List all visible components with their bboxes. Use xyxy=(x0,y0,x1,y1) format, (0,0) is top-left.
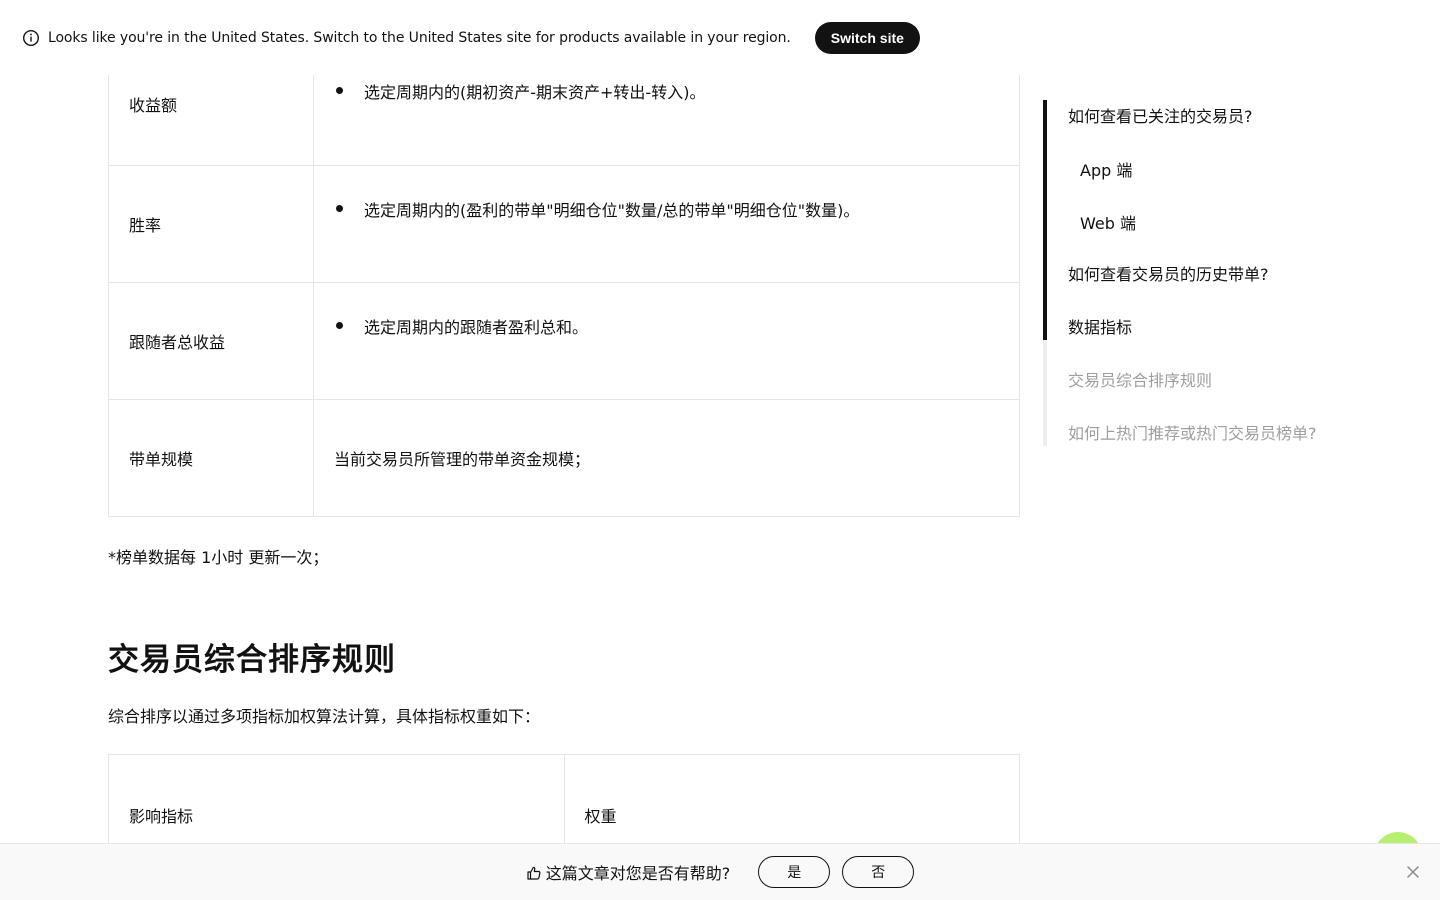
switch-site-button[interactable]: Switch site xyxy=(814,21,920,54)
bullet-dot xyxy=(336,205,343,212)
metric-label: 胜率 xyxy=(108,165,314,283)
feedback-bar: 这篇文章对您是否有帮助? 是 否 xyxy=(0,843,1440,900)
toc-item-followed-traders[interactable]: 如何查看已关注的交易员? xyxy=(1068,103,1253,127)
metric-description-text: 选定周期内的(期初资产-期末资产+转出-转入)。 xyxy=(364,83,706,102)
section-intro: 综合排序以通过多项指标加权算法计算，具体指标权重如下： xyxy=(108,707,541,726)
toc-progress-indicator xyxy=(1043,100,1047,340)
toc-item-app[interactable]: App 端 xyxy=(1080,157,1132,181)
feedback-yes-button[interactable]: 是 xyxy=(758,856,831,888)
metric-description: 当前交易员所管理的带单资金规模； xyxy=(313,399,1020,517)
update-note: *榜单数据每 1小时 更新一次； xyxy=(108,548,329,567)
table-row: 胜率 选定周期内的(盈利的带单"明细仓位"数量/总的带单"明细仓位"数量)。 xyxy=(108,165,1020,283)
metric-description-text: 选定周期内的(盈利的带单"明细仓位"数量/总的带单"明细仓位"数量)。 xyxy=(364,201,860,220)
region-banner-text: Looks like you're in the United States. … xyxy=(48,29,791,46)
bullet-dot xyxy=(336,87,343,94)
metrics-table: 收益额 选定周期内的(期初资产-期末资产+转出-转入)。 胜率 选定周期内的(盈… xyxy=(108,40,1020,517)
section-title: 交易员综合排序规则 xyxy=(108,642,396,678)
table-row: 跟随者总收益 选定周期内的跟随者盈利总和。 xyxy=(108,282,1020,400)
list-item: 选定周期内的(期初资产-期末资产+转出-转入)。 xyxy=(334,79,999,103)
toc-item-ranking-rules[interactable]: 交易员综合排序规则 xyxy=(1068,367,1212,391)
list-item: 选定周期内的(盈利的带单"明细仓位"数量/总的带单"明细仓位"数量)。 xyxy=(334,197,999,221)
toc-item-history[interactable]: 如何查看交易员的历史带单? xyxy=(1068,261,1269,285)
toc-item-data-metrics[interactable]: 数据指标 xyxy=(1068,314,1132,338)
bullet-dot xyxy=(336,322,343,329)
toc-item-web[interactable]: Web 端 xyxy=(1080,210,1136,234)
toc-item-hot-list[interactable]: 如何上热门推荐或热门交易员榜单? xyxy=(1068,420,1317,444)
close-icon[interactable] xyxy=(1406,864,1420,878)
info-circle-icon xyxy=(22,29,40,47)
feedback-no-button[interactable]: 否 xyxy=(842,856,915,888)
metric-description: 选定周期内的跟随者盈利总和。 xyxy=(313,282,1020,400)
metric-description-text: 选定周期内的跟随者盈利总和。 xyxy=(364,318,589,337)
list-item: 选定周期内的跟随者盈利总和。 xyxy=(334,314,999,338)
table-row: 带单规模 当前交易员所管理的带单资金规模； xyxy=(108,399,1020,517)
page: Looks like you're in the United States. … xyxy=(0,0,1440,900)
metric-label: 带单规模 xyxy=(108,399,314,517)
metric-label: 跟随者总收益 xyxy=(108,282,314,400)
region-banner: Looks like you're in the United States. … xyxy=(0,0,1440,75)
feedback-question: 这篇文章对您是否有帮助? xyxy=(545,864,731,883)
metric-description: 选定周期内的(盈利的带单"明细仓位"数量/总的带单"明细仓位"数量)。 xyxy=(313,165,1020,283)
metric-description-text: 当前交易员所管理的带单资金规模； xyxy=(334,450,591,469)
thumbs-up-icon xyxy=(526,865,542,881)
